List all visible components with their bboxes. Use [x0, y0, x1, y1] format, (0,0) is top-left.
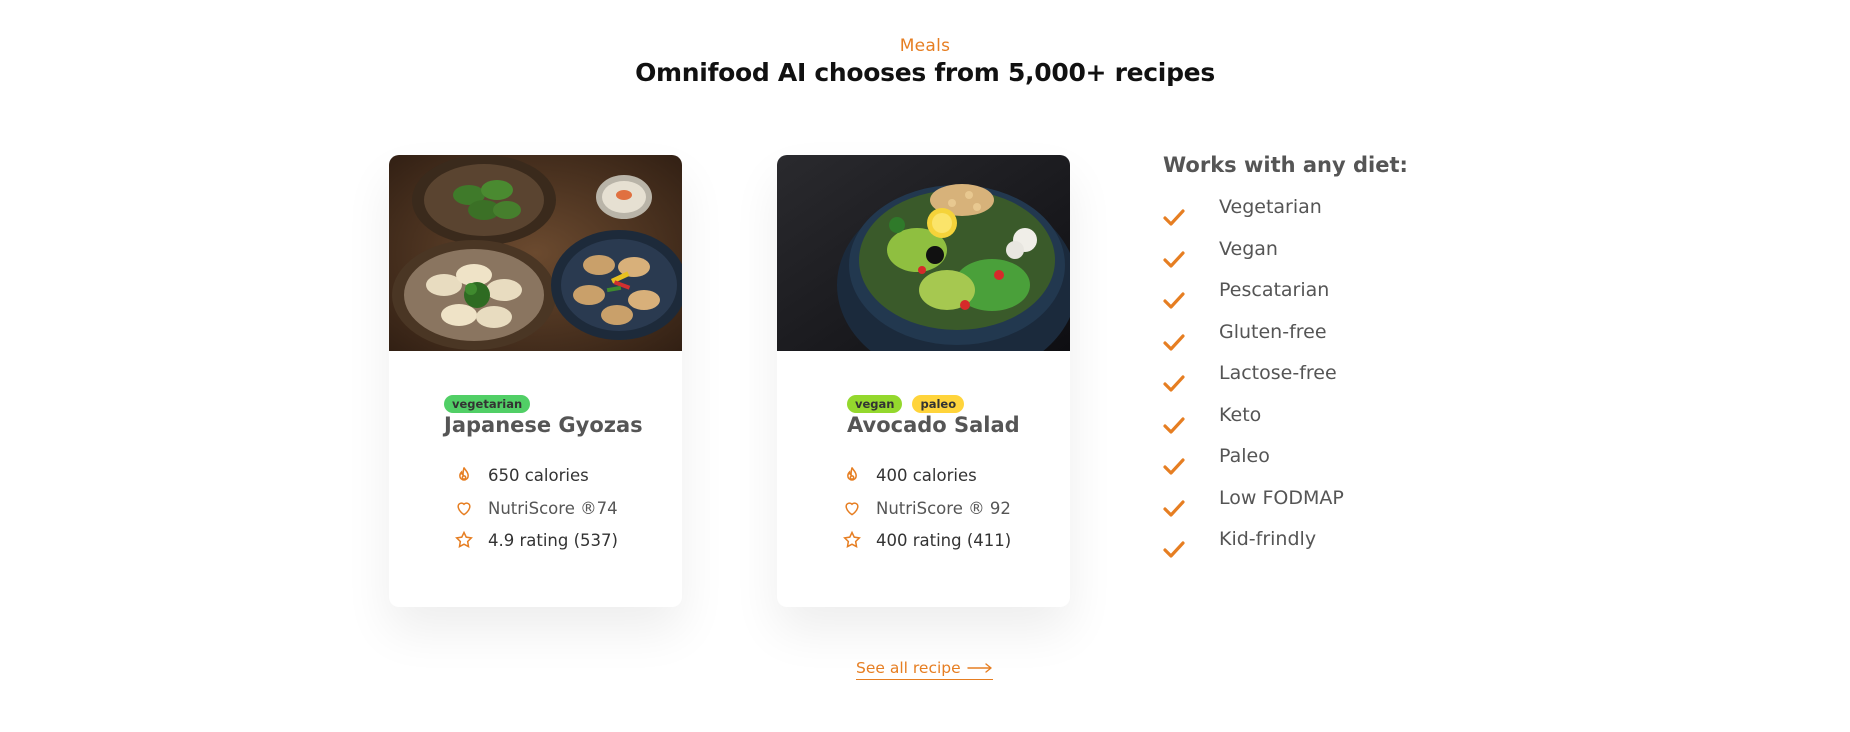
diet-item-label: Vegan: [1219, 238, 1278, 260]
section-subheading: Meals: [899, 36, 951, 56]
arrow-right-icon: [966, 663, 992, 673]
tag-vegan: vegan: [847, 395, 903, 413]
tag-paleo: paleo: [912, 395, 965, 413]
diet-item-label: Pescatarian: [1219, 279, 1330, 301]
section-heading: Omnifood AI chooses from 5,000+ recipes: [635, 58, 1215, 87]
meal-calories-text: 650 calories: [488, 465, 589, 485]
diet-item-label: Gluten-free: [1219, 321, 1327, 343]
diet-item-label: Keto: [1219, 404, 1262, 426]
checkmark-icon: [1163, 251, 1185, 268]
meal-card-avocado-salad[interactable]: vegan paleo Avocado Salad 400 calories N…: [777, 155, 1070, 607]
meal-nutriscore: NutriScore ®74: [454, 498, 618, 518]
checkmark-icon: [1163, 209, 1185, 226]
checkmark-icon: [1163, 375, 1185, 392]
flame-icon: [459, 467, 469, 481]
heart-icon: [845, 502, 859, 516]
checkmark-icon: [1163, 334, 1185, 351]
flame-icon: [847, 467, 857, 481]
meal-title: Japanese Gyozas: [444, 413, 643, 437]
meal-rating-text: 4.9 rating (537): [488, 530, 618, 550]
meal-calories: 400 calories: [842, 465, 977, 485]
meal-calories: 650 calories: [454, 465, 589, 485]
meal-title: Avocado Salad: [847, 413, 1020, 437]
meal-rating: 4.9 rating (537): [454, 530, 618, 550]
checkmark-icon: [1163, 458, 1185, 475]
heart-icon: [457, 502, 471, 516]
tag-vegetarian: vegetarian: [444, 395, 531, 413]
see-all-recipes-label: See all recipe: [856, 659, 961, 677]
meal-card-gyozas[interactable]: vegetarian Japanese Gyozas 650 calories …: [389, 155, 682, 607]
meal-nutriscore-text: NutriScore ®74: [488, 498, 618, 518]
diet-item-label: Low FODMAP: [1219, 487, 1344, 509]
meal-nutriscore: NutriScore ® 92: [842, 498, 1011, 518]
meal-tags: vegan paleo: [847, 395, 965, 413]
diet-list-title: Works with any diet:: [1163, 153, 1408, 177]
star-icon: [843, 530, 861, 548]
see-all-recipes-link[interactable]: See all recipe: [856, 659, 993, 680]
diet-item-label: Kid-frindly: [1219, 528, 1317, 550]
diet-item-label: Lactose-free: [1219, 362, 1337, 384]
checkmark-icon: [1163, 541, 1185, 558]
meal-rating-text: 400 rating (411): [876, 530, 1012, 550]
checkmark-icon: [1163, 292, 1185, 309]
avocado-salad-image: [777, 155, 1070, 351]
meal-calories-text: 400 calories: [876, 465, 977, 485]
star-icon: [455, 530, 473, 548]
gyozas-image: [389, 155, 682, 351]
diet-item-label: Paleo: [1219, 445, 1270, 467]
checkmark-icon: [1163, 500, 1185, 517]
meal-tags: vegetarian: [444, 395, 531, 413]
meal-rating: 400 rating (411): [842, 530, 1011, 550]
meal-nutriscore-text: NutriScore ® 92: [876, 498, 1011, 518]
diet-item-label: Vegetarian: [1219, 196, 1322, 218]
checkmark-icon: [1163, 417, 1185, 434]
